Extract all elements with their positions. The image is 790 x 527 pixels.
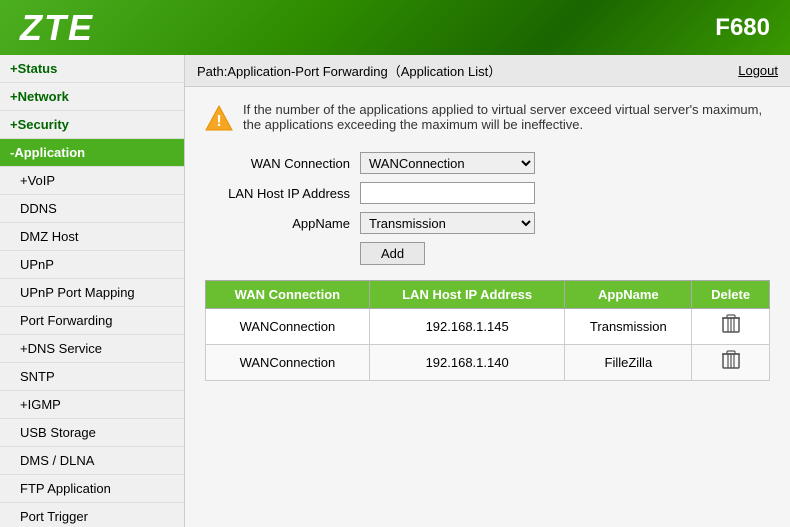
layout: +Status +Network +Security -Application …	[0, 55, 790, 527]
add-button[interactable]: Add	[360, 242, 425, 265]
lan-host-ip-row: LAN Host IP Address	[205, 182, 770, 204]
main-content: Path:Application-Port Forwarding（Applica…	[185, 55, 790, 527]
sidebar-item-application[interactable]: -Application	[0, 139, 184, 167]
wan-connection-row: WAN Connection WANConnection	[205, 152, 770, 174]
col-app: AppName	[565, 281, 692, 309]
table-body: WANConnection 192.168.1.145 Transmission	[206, 309, 770, 381]
appname-select[interactable]: Transmission	[360, 212, 535, 234]
delete-button-2[interactable]	[722, 350, 740, 375]
sidebar-item-port-trigger[interactable]: Port Trigger	[0, 503, 184, 527]
table-row: WANConnection 192.168.1.140 FilleZilla	[206, 345, 770, 381]
sidebar-item-dmz[interactable]: DMZ Host	[0, 223, 184, 251]
sidebar-item-dlna[interactable]: DMS / DLNA	[0, 447, 184, 475]
model-name: F680	[715, 14, 770, 42]
sidebar-item-ftp[interactable]: FTP Application	[0, 475, 184, 503]
row2-delete	[692, 345, 770, 381]
table-row: WANConnection 192.168.1.145 Transmission	[206, 309, 770, 345]
sidebar-item-security[interactable]: +Security	[0, 111, 184, 139]
table-header-row: WAN Connection LAN Host IP Address AppNa…	[206, 281, 770, 309]
breadcrumb: Path:Application-Port Forwarding（Applica…	[197, 61, 501, 80]
row1-delete	[692, 309, 770, 345]
warning-box: ! If the number of the applications appl…	[205, 102, 770, 132]
sidebar-item-sntp[interactable]: SNTP	[0, 363, 184, 391]
trash-icon	[722, 314, 740, 334]
warning-text: If the number of the applications applie…	[243, 102, 770, 132]
sidebar-item-ddns[interactable]: DDNS	[0, 195, 184, 223]
application-table: WAN Connection LAN Host IP Address AppNa…	[205, 280, 770, 381]
sidebar-item-network[interactable]: +Network	[0, 83, 184, 111]
sidebar-item-upnp[interactable]: UPnP	[0, 251, 184, 279]
row1-app: Transmission	[565, 309, 692, 345]
row2-wan: WANConnection	[206, 345, 370, 381]
warning-icon: !	[205, 104, 233, 132]
wan-connection-select[interactable]: WANConnection	[360, 152, 535, 174]
add-button-container: Add	[360, 242, 770, 265]
header: ZTE F680	[0, 0, 790, 55]
col-delete: Delete	[692, 281, 770, 309]
trash-icon	[722, 350, 740, 370]
row1-lan: 192.168.1.145	[369, 309, 565, 345]
sidebar-item-voip[interactable]: +VoIP	[0, 167, 184, 195]
col-wan: WAN Connection	[206, 281, 370, 309]
logout-link[interactable]: Logout	[738, 63, 778, 78]
lan-host-ip-label: LAN Host IP Address	[205, 186, 360, 201]
wan-connection-label: WAN Connection	[205, 156, 360, 171]
row2-lan: 192.168.1.140	[369, 345, 565, 381]
path-bar: Path:Application-Port Forwarding（Applica…	[185, 55, 790, 87]
appname-row: AppName Transmission	[205, 212, 770, 234]
sidebar-item-dns[interactable]: +DNS Service	[0, 335, 184, 363]
row2-app: FilleZilla	[565, 345, 692, 381]
appname-label: AppName	[205, 216, 360, 231]
content-area: ! If the number of the applications appl…	[185, 87, 790, 396]
delete-button-1[interactable]	[722, 314, 740, 339]
row1-wan: WANConnection	[206, 309, 370, 345]
sidebar: +Status +Network +Security -Application …	[0, 55, 185, 527]
lan-host-ip-input[interactable]	[360, 182, 535, 204]
svg-text:!: !	[216, 113, 221, 130]
col-lan: LAN Host IP Address	[369, 281, 565, 309]
sidebar-item-igmp[interactable]: +IGMP	[0, 391, 184, 419]
sidebar-item-usb[interactable]: USB Storage	[0, 419, 184, 447]
sidebar-item-status[interactable]: +Status	[0, 55, 184, 83]
sidebar-item-port-forwarding[interactable]: Port Forwarding	[0, 307, 184, 335]
sidebar-item-upnp-port[interactable]: UPnP Port Mapping	[0, 279, 184, 307]
zte-logo: ZTE	[20, 7, 94, 49]
